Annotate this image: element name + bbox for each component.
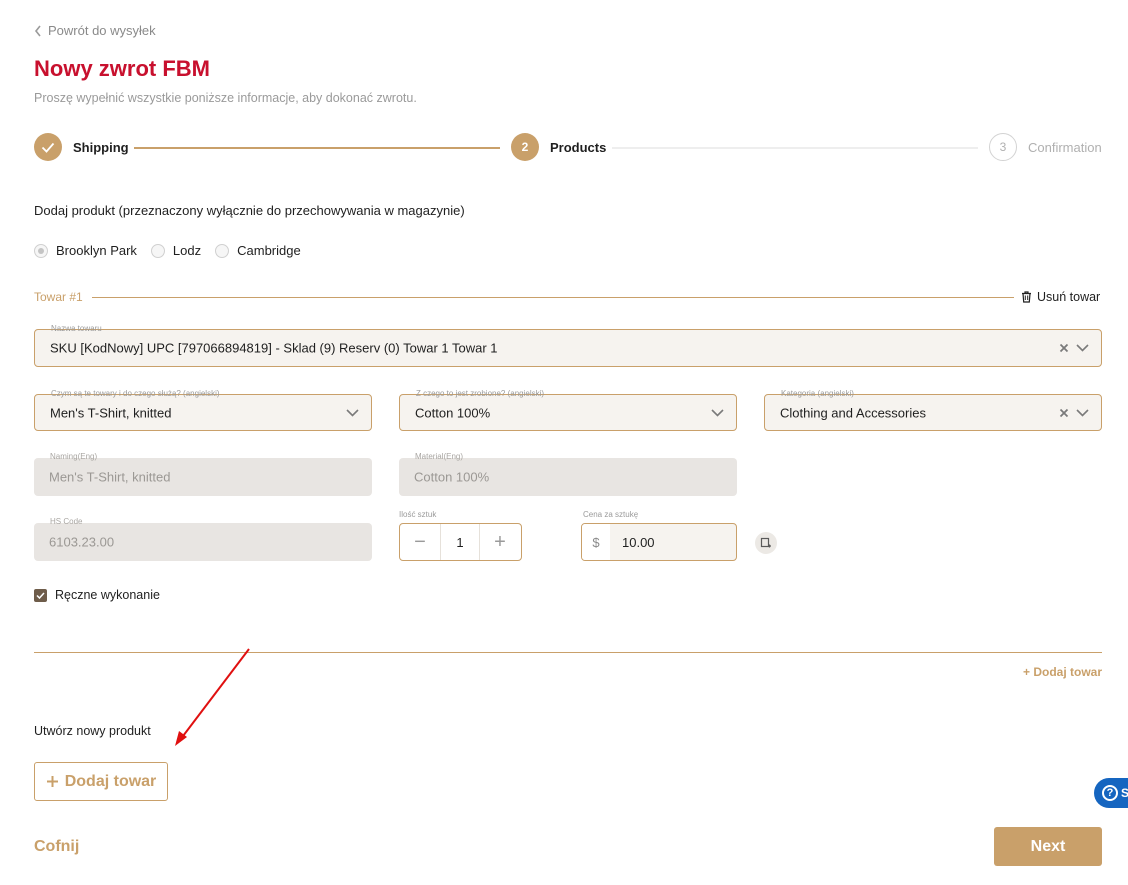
chevron-left-icon bbox=[34, 25, 41, 36]
product-name-value: SKU [KodNowy] UPC [797066894819] - Sklad… bbox=[50, 340, 498, 356]
quantity-increment-button[interactable]: + bbox=[480, 524, 520, 560]
add-product-button-label: Dodaj towar bbox=[64, 772, 157, 790]
step-confirmation-pending[interactable]: 3 bbox=[989, 133, 1017, 161]
step-products-number: 2 bbox=[521, 140, 529, 154]
trash-icon bbox=[1022, 291, 1031, 303]
back-link-label: Powrót do wysyłek bbox=[48, 23, 156, 38]
naming-eng-label: Naming(Eng) bbox=[50, 452, 98, 461]
warehouse-label: Brooklyn Park bbox=[56, 243, 137, 258]
step-products-active[interactable]: 2 bbox=[511, 133, 539, 161]
manual-make-checkbox[interactable]: Ręczne wykonanie bbox=[34, 588, 160, 602]
currency-symbol: $ bbox=[582, 524, 610, 560]
quantity-label: Ilość sztuk bbox=[399, 510, 437, 519]
hs-code-field: HS Code 6103.23.00 bbox=[34, 517, 372, 561]
help-widget-label: S bbox=[1121, 786, 1128, 800]
create-product-heading: Utwórz nowy produkt bbox=[34, 724, 151, 738]
warehouse-label: Lodz bbox=[172, 243, 202, 258]
quantity-stepper[interactable]: − 1 + bbox=[399, 523, 522, 561]
material-value: Cotton 100% bbox=[415, 405, 491, 420]
category-select[interactable]: Kategoria (angielski) Clothing and Acces… bbox=[764, 389, 1102, 431]
clear-icon[interactable] bbox=[1059, 343, 1069, 353]
step-confirmation-label: Confirmation bbox=[1028, 140, 1102, 155]
next-button[interactable]: Next bbox=[994, 827, 1102, 866]
step-shipping-label: Shipping bbox=[73, 140, 129, 155]
chevron-down-icon[interactable] bbox=[711, 408, 724, 417]
back-button[interactable]: Cofnij bbox=[34, 838, 79, 856]
category-label: Kategoria (angielski) bbox=[779, 389, 856, 399]
product-name-select[interactable]: Nazwa towaru SKU [KodNowy] UPC [79706689… bbox=[34, 324, 1102, 367]
page-title: Nowy zwrot FBM bbox=[34, 56, 210, 81]
quantity-decrement-button[interactable]: − bbox=[400, 524, 440, 560]
help-question-icon: ? bbox=[1102, 785, 1118, 801]
warehouse-radio-lodz[interactable]: Lodz bbox=[150, 243, 202, 258]
purpose-value: Men's T-Shirt, knitted bbox=[50, 405, 172, 420]
item-heading: Towar #1 bbox=[34, 290, 83, 304]
purpose-label: Czym są te towary i do czego służą? (ang… bbox=[49, 389, 222, 399]
hs-code-label: HS Code bbox=[50, 517, 83, 526]
add-item-link[interactable]: + Dodaj towar bbox=[1023, 665, 1102, 679]
radio-selected-icon bbox=[34, 243, 48, 258]
remove-item-button[interactable]: Usuń towar bbox=[1021, 290, 1100, 304]
check-icon bbox=[41, 142, 55, 153]
material-label: Z czego to jest zrobione? (angielski) bbox=[414, 389, 547, 399]
warehouse-radio-cambridge[interactable]: Cambridge bbox=[215, 243, 301, 258]
naming-eng-field: Naming(Eng) Men's T-Shirt, knitted bbox=[34, 452, 372, 496]
quantity-value[interactable]: 1 bbox=[440, 524, 480, 560]
step-confirmation-number: 3 bbox=[999, 140, 1007, 154]
manual-make-label: Ręczne wykonanie bbox=[55, 588, 160, 602]
step-connector-2 bbox=[612, 147, 978, 149]
naming-eng-value: Men's T-Shirt, knitted bbox=[49, 469, 171, 485]
material-select[interactable]: Z czego to jest zrobione? (angielski) Co… bbox=[399, 389, 737, 431]
chevron-down-icon[interactable] bbox=[1076, 344, 1089, 352]
plus-icon bbox=[46, 776, 58, 787]
product-name-label: Nazwa towaru bbox=[49, 324, 104, 334]
price-label: Cena za sztukę bbox=[583, 510, 639, 519]
checkbox-checked-icon bbox=[34, 588, 47, 602]
material-eng-value: Cotton 100% bbox=[414, 469, 490, 485]
radio-empty-icon bbox=[150, 243, 165, 258]
warehouse-radio-brooklyn-park[interactable]: Brooklyn Park bbox=[34, 243, 137, 258]
chevron-down-icon[interactable] bbox=[346, 408, 359, 417]
price-value[interactable]: 10.00 bbox=[610, 524, 655, 560]
annotation-arrow-icon bbox=[175, 648, 250, 746]
category-value: Clothing and Accessories bbox=[780, 405, 926, 420]
price-input[interactable]: $ 10.00 bbox=[581, 523, 737, 561]
material-eng-field: Material(Eng) Cotton 100% bbox=[399, 452, 737, 496]
clear-icon[interactable] bbox=[1059, 408, 1069, 418]
warehouse-label: Cambridge bbox=[237, 243, 301, 258]
remove-item-label: Usuń towar bbox=[1037, 290, 1101, 304]
back-to-shipments-link[interactable]: Powrót do wysyłek bbox=[34, 23, 156, 38]
step-products-label: Products bbox=[550, 140, 607, 155]
chevron-down-icon[interactable] bbox=[1076, 408, 1089, 417]
item-divider bbox=[92, 297, 1014, 298]
hs-code-value: 6103.23.00 bbox=[49, 534, 115, 550]
copy-price-button[interactable] bbox=[755, 532, 777, 554]
warehouse-radio-group: Brooklyn Park Lodz Cambridge bbox=[34, 243, 315, 258]
help-widget-button[interactable]: ? S bbox=[1094, 778, 1128, 808]
purpose-select[interactable]: Czym są te towary i do czego służą? (ang… bbox=[34, 389, 372, 431]
material-eng-label: Material(Eng) bbox=[415, 452, 464, 461]
copy-add-icon bbox=[760, 537, 771, 548]
page-subtitle: Proszę wypełnić wszystkie poniższe infor… bbox=[34, 91, 417, 105]
step-shipping-done[interactable] bbox=[34, 133, 62, 161]
radio-empty-icon bbox=[215, 243, 230, 258]
add-product-button[interactable]: Dodaj towar bbox=[34, 762, 168, 801]
add-product-heading: Dodaj produkt (przeznaczony wyłącznie do… bbox=[34, 203, 465, 218]
step-connector-1 bbox=[134, 147, 500, 149]
